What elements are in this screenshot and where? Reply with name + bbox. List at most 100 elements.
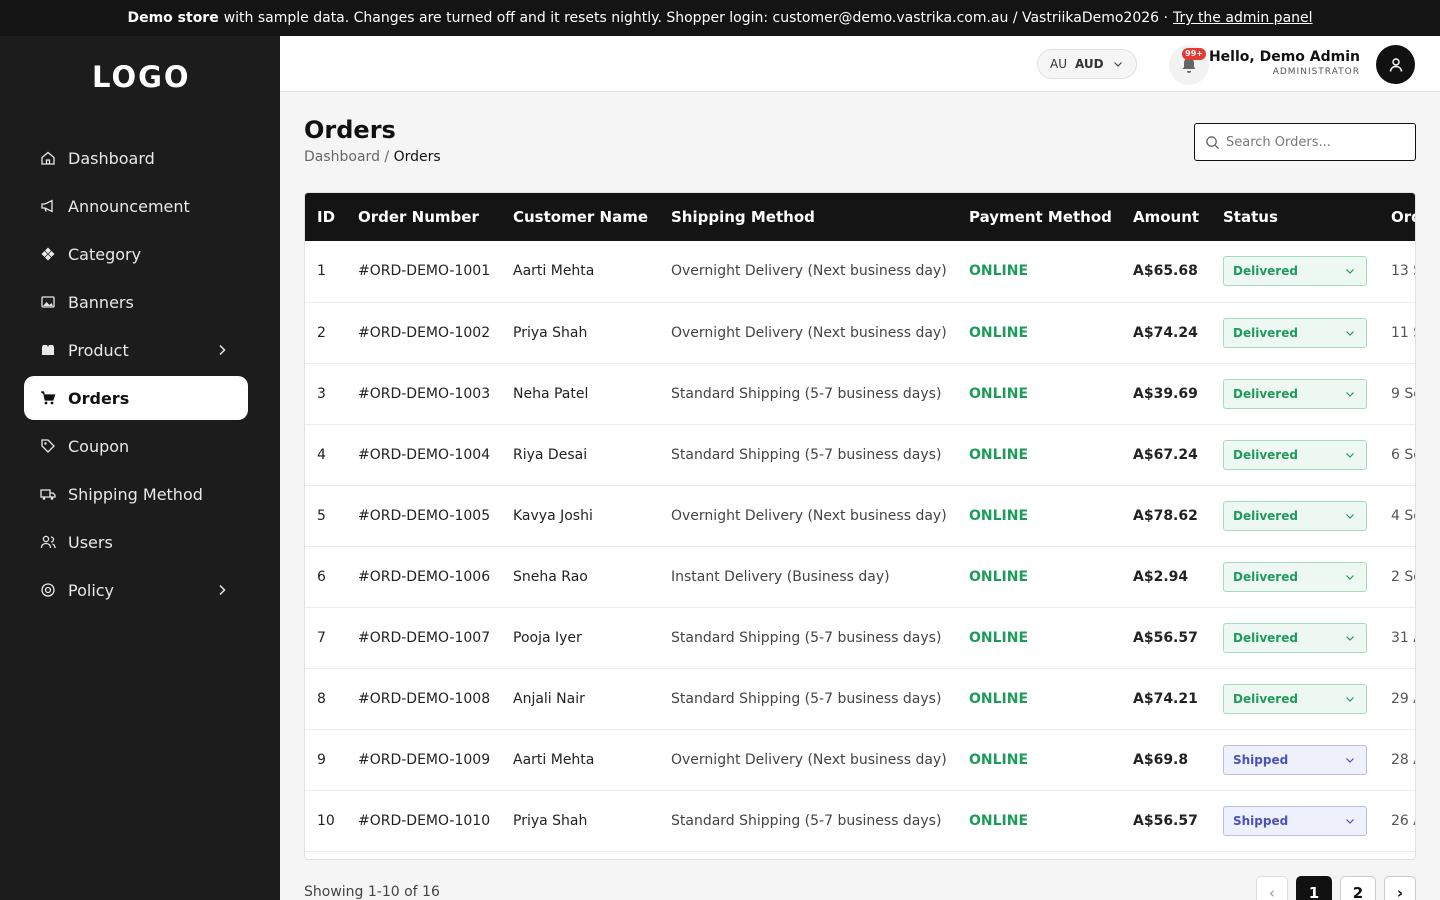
status-dropdown[interactable]: Shipped	[1223, 744, 1367, 775]
order-date: 2 Sep	[1379, 546, 1415, 608]
status-dropdown[interactable]: Delivered	[1223, 378, 1367, 409]
order-amount: A$56.57	[1121, 790, 1211, 852]
notification-button[interactable]: 99+	[1169, 45, 1209, 85]
status-dropdown[interactable]: Delivered	[1223, 561, 1367, 592]
status-dropdown[interactable]: Delivered	[1223, 500, 1367, 531]
status-dropdown[interactable]: Shipped	[1223, 805, 1367, 836]
page-2-button[interactable]: 2	[1340, 876, 1376, 900]
table-row[interactable]: 10 #ORD-DEMO-1010 Priya Shah Standard Shipp…	[305, 790, 1415, 852]
chevron-down-icon	[1346, 696, 1354, 702]
logo[interactable]: LOGO	[92, 60, 191, 94]
table-row[interactable]: 9 #ORD-DEMO-1009 Aarti Mehta Overnight Deli…	[305, 729, 1415, 791]
prev-page-button[interactable]: ‹	[1256, 876, 1288, 900]
status-label: Shipped	[1233, 813, 1289, 828]
order-amount: A$78.62	[1121, 485, 1211, 547]
order-id: 4	[305, 424, 346, 486]
tag-icon	[40, 438, 56, 454]
order-date: 26 Aug	[1379, 790, 1415, 852]
status-dropdown[interactable]: Delivered	[1223, 439, 1367, 470]
category-icon	[40, 246, 56, 262]
avatar[interactable]	[1376, 45, 1415, 84]
sidebar-item-product[interactable]: Product	[24, 328, 248, 372]
breadcrumb: Dashboard / Orders	[304, 149, 441, 165]
breadcrumb-separator: /	[384, 149, 390, 165]
search-input[interactable]	[1226, 134, 1406, 150]
column-header: Amount	[1133, 208, 1200, 226]
sidebar-item-dashboard[interactable]: Dashboard	[24, 136, 248, 180]
customer-name: Pooja Iyer	[501, 607, 659, 669]
sidebar-item-policy[interactable]: Policy	[24, 568, 248, 612]
status-cell: Delivered	[1211, 424, 1379, 486]
sidebar-item-shipping-method[interactable]: Shipping Method	[24, 472, 248, 516]
order-number: #ORD-DEMO-1010	[346, 790, 501, 852]
customer-name: Priya Shah	[501, 790, 659, 852]
status-dropdown[interactable]: Delivered	[1223, 317, 1367, 348]
status-dropdown[interactable]: Delivered	[1223, 622, 1367, 653]
status-label: Delivered	[1233, 691, 1298, 706]
chevron-right-icon[interactable]	[214, 342, 230, 358]
page-1-button[interactable]: 1	[1296, 876, 1332, 900]
status-cell: Delivered	[1211, 607, 1379, 669]
customer-name: Aarti Mehta	[501, 241, 659, 303]
sidebar-item-announcement[interactable]: Announcement	[24, 184, 248, 228]
order-number: #ORD-DEMO-1002	[346, 302, 501, 364]
user-name: Hello, Demo Admin	[1208, 49, 1360, 65]
breadcrumb-dashboard[interactable]: Dashboard	[304, 149, 380, 165]
table-row[interactable]: 6 #ORD-DEMO-1006 Sneha Rao Instant Delivery…	[305, 546, 1415, 608]
order-amount: A$74.24	[1121, 302, 1211, 364]
customer-name: Aarti Mehta	[501, 729, 659, 791]
table-row[interactable]: 7 #ORD-DEMO-1007 Pooja Iyer Standard Shippi…	[305, 607, 1415, 669]
status-cell: Delivered	[1211, 302, 1379, 364]
customer-name: Riya Desai	[501, 424, 659, 486]
order-date: 11 Sep	[1379, 302, 1415, 364]
order-number: #ORD-DEMO-1005	[346, 485, 501, 547]
customer-name: Neha Patel	[501, 363, 659, 425]
table-row[interactable]: 5 #ORD-DEMO-1005 Kavya Joshi Overnight Deli…	[305, 485, 1415, 547]
column-header: Status	[1223, 208, 1278, 226]
status-dropdown[interactable]: Delivered	[1223, 256, 1367, 287]
shipping-method: Overnight Delivery (Next business day)	[659, 729, 957, 791]
sidebar-item-label: Category	[68, 244, 142, 264]
column-header: ID	[317, 208, 336, 226]
currency-selector[interactable]: AU AUD	[1037, 49, 1137, 79]
status-dropdown[interactable]: Delivered	[1223, 683, 1367, 714]
image-icon	[40, 294, 56, 310]
sidebar-item-category[interactable]: Category	[24, 232, 248, 276]
shield-icon	[40, 582, 56, 598]
sidebar-item-label: Shipping Method	[68, 484, 203, 504]
status-cell: Delivered	[1211, 668, 1379, 730]
status-label: Delivered	[1233, 630, 1298, 645]
table-row[interactable]: 3 #ORD-DEMO-1003 Neha Patel Standard Shippi…	[305, 363, 1415, 425]
next-page-button[interactable]: ›	[1384, 876, 1416, 900]
table-row[interactable]: 4 #ORD-DEMO-1004 Riya Desai Standard Shippi…	[305, 424, 1415, 486]
customer-name: Kavya Joshi	[501, 485, 659, 547]
sidebar-item-users[interactable]: Users	[24, 520, 248, 564]
table-row[interactable]: 2 #ORD-DEMO-1002 Priya Shah Overnight Deliv…	[305, 302, 1415, 364]
table-row[interactable]: 1 #ORD-DEMO-1001 Aarti Mehta Overnight Deli…	[305, 241, 1415, 303]
column-header: Order Date	[1391, 208, 1415, 226]
sidebar-item-orders[interactable]: Orders	[24, 376, 248, 420]
shipping-method: Overnight Delivery (Next business day)	[659, 485, 957, 547]
sidebar-item-label: Coupon	[68, 436, 130, 456]
shipping-method: Standard Shipping (5-7 business days)	[659, 424, 957, 486]
payment-method: ONLINE	[957, 668, 1121, 730]
table-row[interactable]: 8 #ORD-DEMO-1008 Anjali Nair Standard Shipp…	[305, 668, 1415, 730]
admin-panel-link[interactable]: Try the admin panel	[1173, 10, 1313, 26]
chevron-right-icon[interactable]	[214, 582, 230, 598]
user-greeting: Hello, Demo Admin ADMINISTRATOR	[1209, 49, 1360, 77]
customer-name: Sneha Rao	[501, 546, 659, 608]
status-cell: Delivered	[1211, 546, 1379, 608]
order-number: #ORD-DEMO-1003	[346, 363, 501, 425]
status-cell: Delivered	[1211, 241, 1379, 303]
status-cell: Delivered	[1211, 485, 1379, 547]
sidebar-item-banners[interactable]: Banners	[24, 280, 248, 324]
order-number: #ORD-DEMO-1001	[346, 241, 501, 303]
order-amount: A$2.94	[1121, 546, 1211, 608]
chevron-down-icon	[1114, 62, 1122, 67]
status-cell: Shipped	[1211, 790, 1379, 852]
sidebar-item-label: Orders	[68, 388, 130, 408]
payment-method: ONLINE	[957, 485, 1121, 547]
sidebar-item-coupon[interactable]: Coupon	[24, 424, 248, 468]
search-icon	[1206, 135, 1220, 149]
order-number: #ORD-DEMO-1006	[346, 546, 501, 608]
